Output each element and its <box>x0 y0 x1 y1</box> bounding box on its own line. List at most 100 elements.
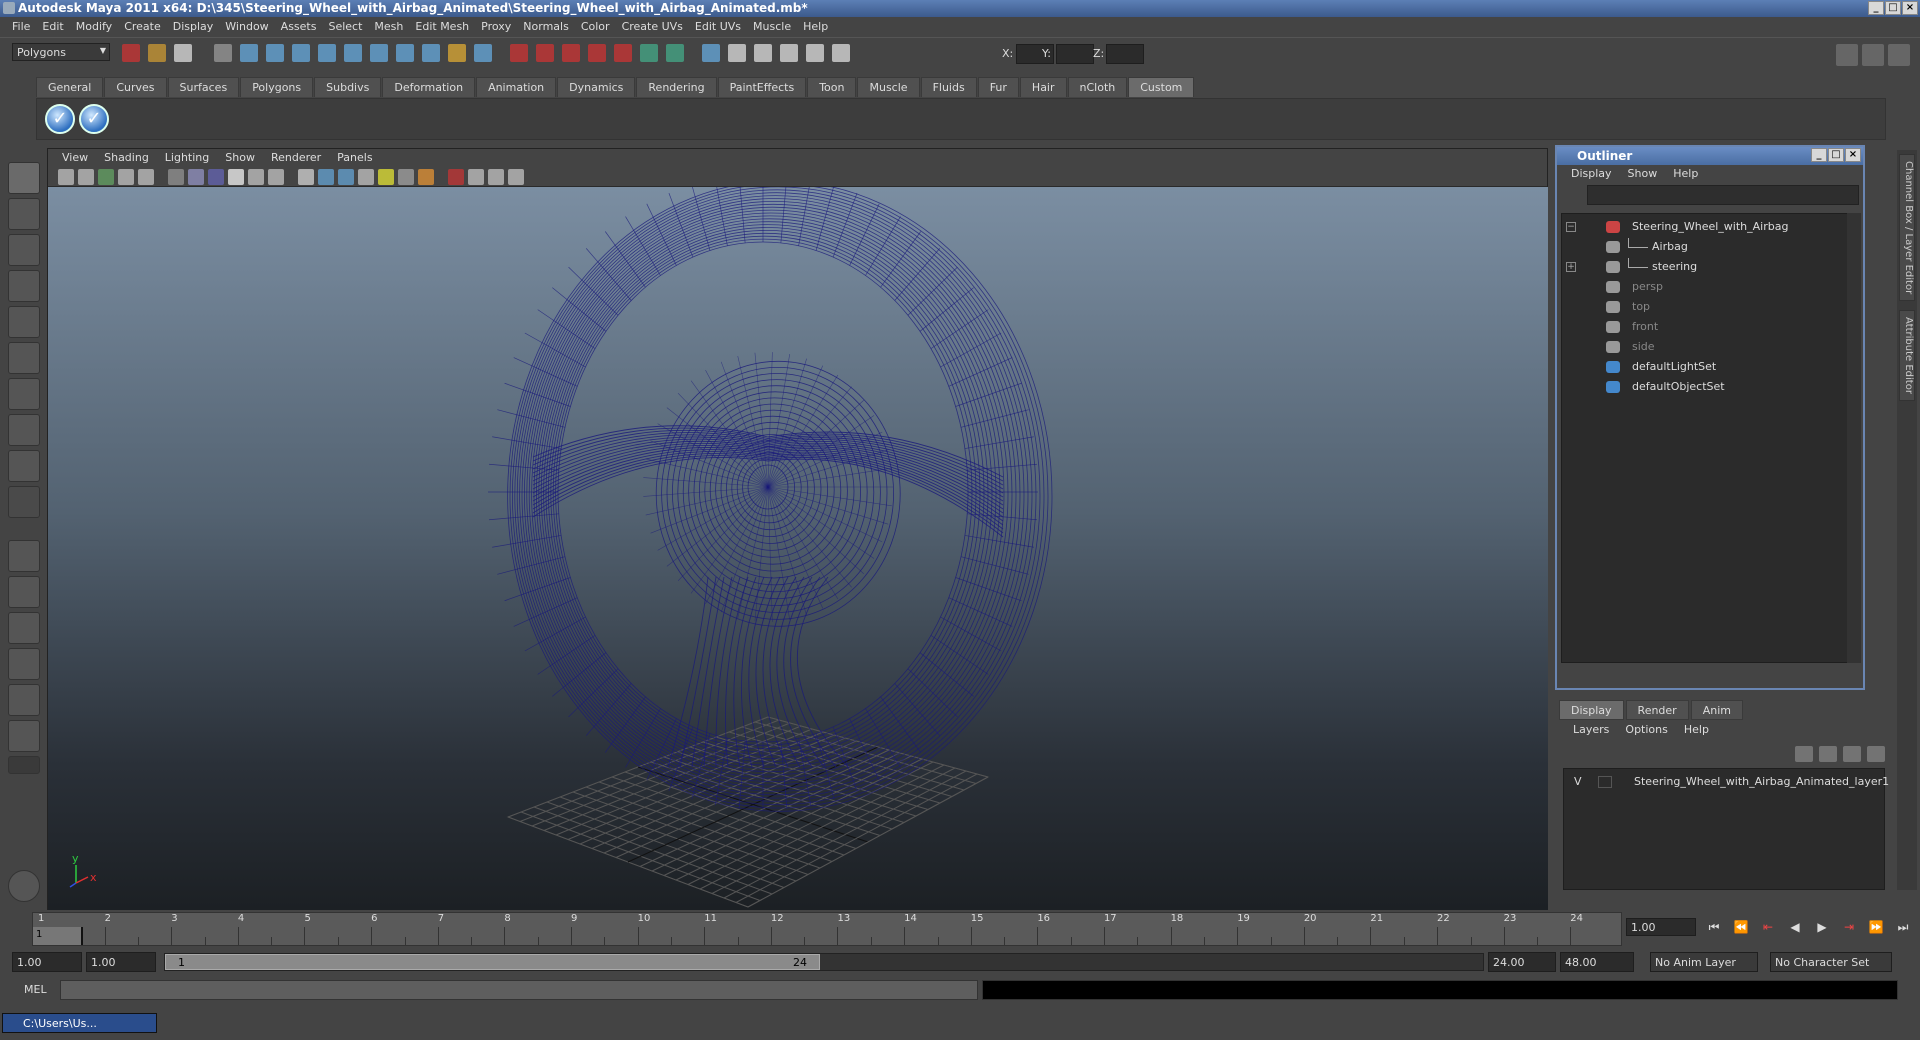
tool-c-icon[interactable] <box>780 44 798 62</box>
ipr-render-icon[interactable] <box>536 44 554 62</box>
tool-settings-toggle-icon[interactable] <box>1888 44 1910 66</box>
wireframe-on-shaded-icon[interactable] <box>338 169 354 185</box>
anim-layer-select[interactable]: No Anim Layer <box>1650 952 1758 972</box>
shelf-check-icon-1[interactable]: ✓ <box>45 104 75 134</box>
menu-color[interactable]: Color <box>575 17 616 37</box>
collapse-toggle-icon[interactable]: − <box>1566 222 1576 232</box>
shelf-tab-painteffects[interactable]: PaintEffects <box>717 77 807 97</box>
outliner-item-defaultlightset[interactable]: defaultLightSet <box>1562 358 1850 376</box>
current-frame-field[interactable]: 1.00 <box>1626 918 1696 936</box>
shelf-tab-deformation[interactable]: Deformation <box>382 77 476 97</box>
shelf-tab-animation[interactable]: Animation <box>476 77 557 97</box>
current-time-marker[interactable]: 1 <box>33 927 83 945</box>
rotate-tool-icon[interactable] <box>8 306 40 338</box>
menu-create-uvs[interactable]: Create UVs <box>616 17 689 37</box>
outliner-item-front[interactable]: front <box>1562 318 1850 336</box>
layer-menu-help[interactable]: Help <box>1676 720 1717 740</box>
image-plane-icon[interactable] <box>118 169 134 185</box>
snap-grid-icon[interactable] <box>344 44 362 62</box>
go-start-icon[interactable]: ⏮ <box>1706 919 1722 935</box>
layer-tab-anim[interactable]: Anim <box>1690 700 1743 720</box>
select-component-icon[interactable] <box>266 44 284 62</box>
select-tool-icon[interactable] <box>8 162 40 194</box>
open-scene-icon[interactable] <box>148 44 166 62</box>
paint-select-tool-icon[interactable] <box>8 234 40 266</box>
graph-persp-layout-icon[interactable] <box>8 648 40 680</box>
new-scene-icon[interactable] <box>122 44 140 62</box>
safe-title-icon[interactable] <box>268 169 284 185</box>
field-chart-icon[interactable] <box>228 169 244 185</box>
shelf-tab-polygons[interactable]: Polygons <box>240 77 314 97</box>
outliner-item-defaultobjectset[interactable]: defaultObjectSet <box>1562 378 1850 396</box>
attribute-editor-toggle-icon[interactable] <box>1862 44 1884 66</box>
use-lights-icon[interactable] <box>378 169 394 185</box>
menu-window[interactable]: Window <box>219 17 274 37</box>
xray-components-icon[interactable] <box>508 169 524 185</box>
maximize-button[interactable]: □ <box>1885 1 1901 15</box>
menu-select[interactable]: Select <box>322 17 368 37</box>
outliner-item-top[interactable]: top <box>1562 298 1850 316</box>
shelf-check-icon-2[interactable]: ✓ <box>79 104 109 134</box>
single-pane-layout-icon[interactable] <box>8 540 40 572</box>
menu-edit-mesh[interactable]: Edit Mesh <box>409 17 475 37</box>
select-hierarchy-icon[interactable] <box>214 44 232 62</box>
film-gate-icon[interactable] <box>168 169 184 185</box>
outliner-persp-layout-icon[interactable] <box>8 612 40 644</box>
tool-b-icon[interactable] <box>754 44 772 62</box>
layer-color-swatch[interactable] <box>1598 776 1612 788</box>
make-live-icon[interactable] <box>448 44 466 62</box>
play-back-icon[interactable]: ◀ <box>1787 919 1803 935</box>
menu-display[interactable]: Display <box>167 17 220 37</box>
menu-help[interactable]: Help <box>797 17 834 37</box>
playback-end-field[interactable]: 24.00 <box>1488 952 1556 972</box>
outliner-menu-show[interactable]: Show <box>1620 165 1666 183</box>
step-back-frame-icon[interactable]: ⇤ <box>1760 919 1776 935</box>
menu-set-select[interactable]: Polygons <box>12 43 110 61</box>
viewport-menu-show[interactable]: Show <box>217 149 263 167</box>
last-tool-icon[interactable] <box>8 486 40 518</box>
minimized-window[interactable]: C:\Users\Us... <box>2 1013 157 1033</box>
attribute-editor-tab[interactable]: Attribute Editor <box>1899 310 1915 401</box>
go-end-icon[interactable]: ⏭ <box>1895 919 1911 935</box>
menu-edit[interactable]: Edit <box>36 17 69 37</box>
layer-visibility-toggle[interactable]: V <box>1574 775 1582 788</box>
menu-modify[interactable]: Modify <box>70 17 118 37</box>
outliner-item-airbag[interactable]: Airbag <box>1562 238 1850 256</box>
layer-down-icon[interactable] <box>1867 746 1885 762</box>
range-slider[interactable]: 1 24 <box>164 953 1484 971</box>
wireframe-icon[interactable] <box>298 169 314 185</box>
shelf-tab-subdivs[interactable]: Subdivs <box>314 77 382 97</box>
shelf-tab-toon[interactable]: Toon <box>807 77 857 97</box>
layer-up-icon[interactable] <box>1843 746 1861 762</box>
time-ruler[interactable]: 1 2 3 4 5 6 7 8 9 10 11 12 13 14 15 16 17 18 19 20 21 22 23 24 1 <box>32 912 1622 946</box>
scene-view[interactable]: y x <box>48 187 1548 910</box>
layer-row[interactable]: V Steering_Wheel_with_Airbag_Animated_lay… <box>1564 773 1889 791</box>
bookmarks-icon[interactable] <box>98 169 114 185</box>
y-field[interactable] <box>1056 44 1094 64</box>
resolution-gate-icon[interactable] <box>188 169 204 185</box>
layout-more-icon[interactable] <box>8 756 40 774</box>
step-forward-frame-icon[interactable]: ⇥ <box>1841 919 1857 935</box>
menu-create[interactable]: Create <box>118 17 167 37</box>
move-tool-icon[interactable] <box>8 270 40 302</box>
gate-mask-icon[interactable] <box>208 169 224 185</box>
custom-layout-icon[interactable] <box>8 720 40 752</box>
menu-edit-uvs[interactable]: Edit UVs <box>689 17 747 37</box>
render-view-icon[interactable] <box>614 44 632 62</box>
select-camera-icon[interactable] <box>58 169 74 185</box>
shelf-tab-ncloth[interactable]: nCloth <box>1067 77 1128 97</box>
textured-icon[interactable] <box>358 169 374 185</box>
minimize-button[interactable]: _ <box>1868 1 1884 15</box>
shelf-tab-surfaces[interactable]: Surfaces <box>167 77 240 97</box>
outliner-filter-input[interactable] <box>1587 185 1859 205</box>
input-ops-icon[interactable] <box>666 44 684 62</box>
shelf-tab-hair[interactable]: Hair <box>1019 77 1067 97</box>
menu-assets[interactable]: Assets <box>275 17 323 37</box>
input-line-icon[interactable] <box>640 44 658 62</box>
outliner-item-persp[interactable]: persp <box>1562 278 1850 296</box>
layer-menu-options[interactable]: Options <box>1617 720 1675 740</box>
shelf-tab-custom[interactable]: Custom <box>1128 77 1195 97</box>
channel-box-tab[interactable]: Channel Box / Layer Editor <box>1899 154 1915 302</box>
outliner-menu-help[interactable]: Help <box>1665 165 1706 183</box>
shelf-tab-rendering[interactable]: Rendering <box>636 77 717 97</box>
